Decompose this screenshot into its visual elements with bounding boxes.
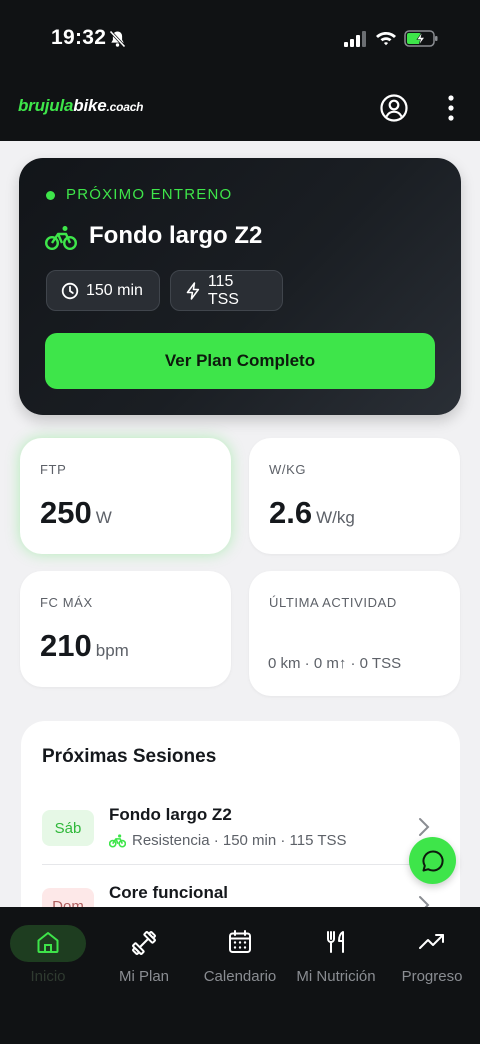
calendar-icon [229,930,251,953]
last-activity-card[interactable]: ÚLTIMA ACTIVIDAD 0 km · 0 m↑ · 0 TSS [249,571,460,696]
last-activity-value: 0 km · 0 m↑ · 0 TSS [268,655,402,672]
tss-chip: 115 TSS [170,270,283,311]
day-badge: Sáb [42,810,94,846]
next-training-title: Fondo largo Z2 [89,222,263,249]
chat-button[interactable] [409,837,456,884]
home-icon [37,932,59,953]
chat-bubble-icon [422,849,444,871]
nav-item-home[interactable]: Inicio [0,907,96,997]
app-logo: brujulabike.coach [18,96,144,115]
fc-max-unit: bpm [95,641,129,660]
status-time: 19:32 [51,26,107,49]
top-bar: 19:32 brujulabike.coach [0,0,480,141]
cell-signal-icon [344,31,366,47]
view-full-plan-button[interactable]: Ver Plan Completo [45,333,435,389]
nav-label: Progreso [401,968,463,985]
battery-icon [404,30,438,47]
account-icon[interactable] [379,93,409,123]
duration-chip: 150 min [46,270,160,311]
wkg-label: W/KG [269,462,307,477]
duration-value: 150 min [86,281,143,299]
divider [42,864,439,865]
ftp-value: 250 [40,495,92,530]
session-row[interactable]: Sáb Fondo largo Z2 Resistencia · 150 min… [21,797,460,867]
fc-max-card[interactable]: FC MÁX 210 bpm [20,571,231,687]
session-meta: Resistencia · 150 min · 115 TSS [109,832,347,849]
nav-item-calendar[interactable]: Calendario [192,907,288,997]
fc-max-value: 210 [40,628,92,663]
upcoming-sessions-title: Próximas Sesiones [42,746,217,767]
nav-item-my-plan[interactable]: Mi Plan [96,907,192,997]
wkg-value: 2.6 [269,495,313,530]
nav-label: Inicio [30,968,66,985]
session-name: Core funcional [109,883,229,902]
last-activity-label: ÚLTIMA ACTIVIDAD [269,595,397,610]
ftp-unit: W [95,508,112,527]
next-training-label: PRÓXIMO ENTRENO [66,186,233,203]
trending-up-icon [419,934,444,949]
dumbbell-icon [132,931,156,955]
wkg-card[interactable]: W/KG 2.6 W/kg [249,438,460,554]
lightning-icon [186,281,200,300]
ftp-label: FTP [40,462,67,477]
nav-item-nutrition[interactable]: Mi Nutrición [288,907,384,997]
tss-value: 115 TSS [207,272,239,308]
ftp-card[interactable]: FTP 250 W [20,438,231,554]
clock-icon [61,282,79,299]
session-meta-text: Resistencia · 150 min · 115 TSS [132,832,347,849]
fc-max-value-group: 210 bpm [40,628,129,664]
more-options-icon[interactable] [444,94,458,122]
next-training-card: PRÓXIMO ENTRENO Fondo largo Z2 150 min 1… [19,158,461,415]
wifi-icon [376,32,396,46]
bottom-nav: Inicio Mi Plan Calendario Mi Nutrición P… [0,907,480,1044]
nav-label: Mi Nutrición [296,968,376,985]
bell-off-icon [109,30,126,48]
chevron-right-icon [419,818,430,836]
fc-max-label: FC MÁX [40,595,93,610]
status-dot [46,191,55,200]
nav-item-progress[interactable]: Progreso [384,907,480,997]
nav-label: Mi Plan [118,968,170,985]
wkg-value-group: 2.6 W/kg [269,495,355,531]
bike-icon [109,833,126,848]
fork-knife-icon [327,931,344,953]
nav-label: Calendario [203,968,277,985]
ftp-value-group: 250 W [40,495,112,531]
bike-icon [45,226,77,250]
wkg-unit: W/kg [316,508,355,527]
session-name: Fondo largo Z2 [109,805,232,824]
